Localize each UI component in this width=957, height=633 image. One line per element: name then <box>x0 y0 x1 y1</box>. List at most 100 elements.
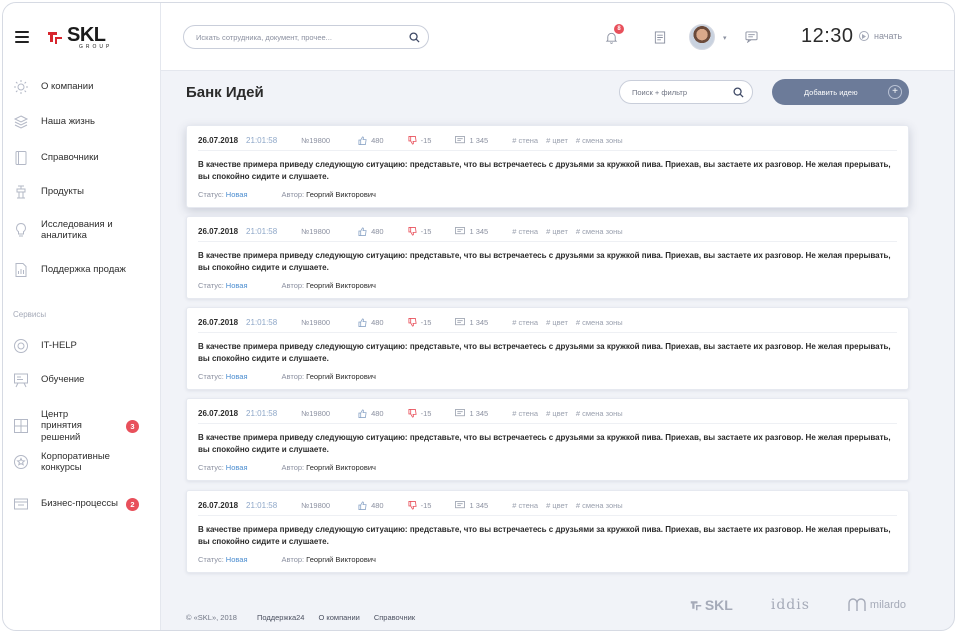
sidebar-item-training[interactable]: Обучение <box>13 372 153 388</box>
sidebar-item-it-help[interactable]: IT-HELP <box>13 338 153 354</box>
tag-link[interactable]: # стена <box>512 227 538 236</box>
tag-link[interactable]: # смена зоны <box>576 318 623 327</box>
partner-logo-iddis[interactable]: iddis <box>771 597 810 613</box>
tag-link[interactable]: # стена <box>512 409 538 418</box>
global-search-input[interactable] <box>196 32 409 42</box>
bulb-icon <box>13 222 29 238</box>
dislikes-button[interactable]: -15 <box>408 501 431 510</box>
tag-link[interactable]: # цвет <box>546 136 568 145</box>
idea-meta: 26.07.2018 21:01:58 №19800 480 -15 1 345… <box>198 136 631 145</box>
idea-card[interactable]: 26.07.2018 21:01:58 №19800 480 -15 1 345… <box>186 125 909 208</box>
idea-text: В качестве примера приведу следующую сит… <box>198 251 891 272</box>
thumbs-down-icon <box>408 409 417 418</box>
sidebar-item-decision-center[interactable]: Центр принятия решений 3 <box>13 409 153 443</box>
messages-button[interactable] <box>743 29 759 45</box>
tag-link[interactable]: # стена <box>512 136 538 145</box>
sidebar-item-contests[interactable]: Корпоративные конкурсы <box>13 451 153 474</box>
idea-card[interactable]: 26.07.2018 21:01:58 №19800 480 -15 1 345… <box>186 398 909 481</box>
tag-link[interactable]: # цвет <box>546 501 568 510</box>
partner-logo-skl[interactable]: SKL <box>690 597 733 613</box>
thumbs-up-icon <box>358 227 367 236</box>
likes-button[interactable]: 480 <box>358 227 384 236</box>
comment-icon <box>455 136 466 144</box>
tag-link[interactable]: # цвет <box>546 409 568 418</box>
dislikes-button[interactable]: -15 <box>408 318 431 327</box>
star-icon <box>13 454 29 470</box>
comments-button[interactable]: 1 345 <box>455 501 488 510</box>
dislikes-button[interactable]: -15 <box>408 409 432 418</box>
user-avatar[interactable] <box>689 24 715 50</box>
likes-count: 480 <box>371 318 384 327</box>
idea-date: 26.07.2018 <box>198 227 239 236</box>
idea-card[interactable]: 26.07.2018 21:01:58 №19800 480 -15 1 345… <box>186 490 909 573</box>
menu-icon[interactable] <box>15 31 29 43</box>
sidebar-item-sales-support[interactable]: Поддержка продаж <box>13 262 153 278</box>
logo[interactable]: SKL GROUP <box>47 25 112 50</box>
tag-link[interactable]: # смена зоны <box>576 136 623 145</box>
footer-link-about[interactable]: О компании <box>318 613 359 622</box>
sidebar-item-our-life[interactable]: Наша жизнь <box>13 114 153 130</box>
idea-card[interactable]: 26.07.2018 21:01:58 №19800 480 -15 1 345… <box>186 307 909 390</box>
card-divider <box>198 423 897 424</box>
global-search[interactable] <box>183 25 429 49</box>
sidebar-item-label: Обучение <box>41 374 85 386</box>
card-divider <box>198 332 897 333</box>
author-name[interactable]: Георгий Викторович <box>306 372 376 381</box>
sidebar-item-directories[interactable]: Справочники <box>13 150 153 166</box>
search-icon[interactable] <box>409 31 420 43</box>
dislikes-count: -15 <box>420 409 432 418</box>
thumbs-up-icon <box>358 136 367 145</box>
footer-link-directory[interactable]: Справочник <box>374 613 415 622</box>
dislikes-button[interactable]: -15 <box>408 136 431 145</box>
chevron-down-icon[interactable]: ▾ <box>723 34 727 42</box>
notifications-button[interactable]: 8 <box>603 24 624 45</box>
add-idea-button[interactable]: Добавить идею + <box>772 79 909 105</box>
idea-card[interactable]: 26.07.2018 21:01:58 №19800 480 -15 1 345… <box>186 216 909 299</box>
likes-button[interactable]: 480 <box>358 501 384 510</box>
services-section-title: Сервисы <box>13 310 47 319</box>
idea-time: 21:01:58 <box>246 227 278 236</box>
comments-button[interactable]: 1 345 <box>455 227 488 236</box>
tag-link[interactable]: # цвет <box>546 318 568 327</box>
filter-search[interactable] <box>619 80 753 104</box>
dislikes-button[interactable]: -15 <box>408 227 431 236</box>
tag-link[interactable]: # стена <box>512 318 538 327</box>
documents-button[interactable] <box>652 29 668 45</box>
tag-link[interactable]: # смена зоны <box>576 501 623 510</box>
sidebar-item-research[interactable]: Исследования и аналитика <box>13 219 153 242</box>
notifications-badge: 8 <box>614 24 624 34</box>
tag-link[interactable]: # цвет <box>546 227 568 236</box>
sidebar-item-about[interactable]: О компании <box>13 79 153 95</box>
start-workday-button[interactable]: начать <box>859 31 902 41</box>
status-value[interactable]: Новая <box>226 190 248 199</box>
author-name[interactable]: Георгий Викторович <box>306 463 376 472</box>
comments-button[interactable]: 1 345 <box>455 136 488 145</box>
add-idea-label: Добавить идею <box>804 87 858 97</box>
tag-link[interactable]: # смена зоны <box>576 409 623 418</box>
status-value[interactable]: Новая <box>226 463 248 472</box>
author-name[interactable]: Георгий Викторович <box>306 555 376 564</box>
likes-button[interactable]: 480 <box>358 136 384 145</box>
tag-link[interactable]: # стена <box>512 501 538 510</box>
footer-link-support[interactable]: Поддержка24 <box>257 613 304 622</box>
comments-button[interactable]: 1 345 <box>455 409 488 418</box>
partner-logo-milardo[interactable]: milardo <box>848 598 906 612</box>
puzzle-icon <box>13 418 29 434</box>
status-value[interactable]: Новая <box>226 372 248 381</box>
author-name[interactable]: Георгий Викторович <box>306 281 376 290</box>
search-icon[interactable] <box>733 86 744 98</box>
idea-footer: Статус: Новая Автор: Георгий Викторович <box>198 281 376 290</box>
tag-link[interactable]: # смена зоны <box>576 227 623 236</box>
sidebar-item-business-processes[interactable]: Бизнес-процессы 2 <box>13 496 153 512</box>
comments-button[interactable]: 1 345 <box>455 318 488 327</box>
likes-button[interactable]: 480 <box>358 409 384 418</box>
likes-button[interactable]: 480 <box>358 318 384 327</box>
sidebar-item-label: Исследования и аналитика <box>41 219 113 242</box>
status-value[interactable]: Новая <box>226 555 248 564</box>
idea-time: 21:01:58 <box>246 501 278 510</box>
sidebar-item-products[interactable]: Продукты <box>13 184 153 200</box>
filter-search-input[interactable] <box>632 87 733 97</box>
author-name[interactable]: Георгий Викторович <box>306 190 376 199</box>
card-divider <box>198 241 897 242</box>
status-value[interactable]: Новая <box>226 281 248 290</box>
